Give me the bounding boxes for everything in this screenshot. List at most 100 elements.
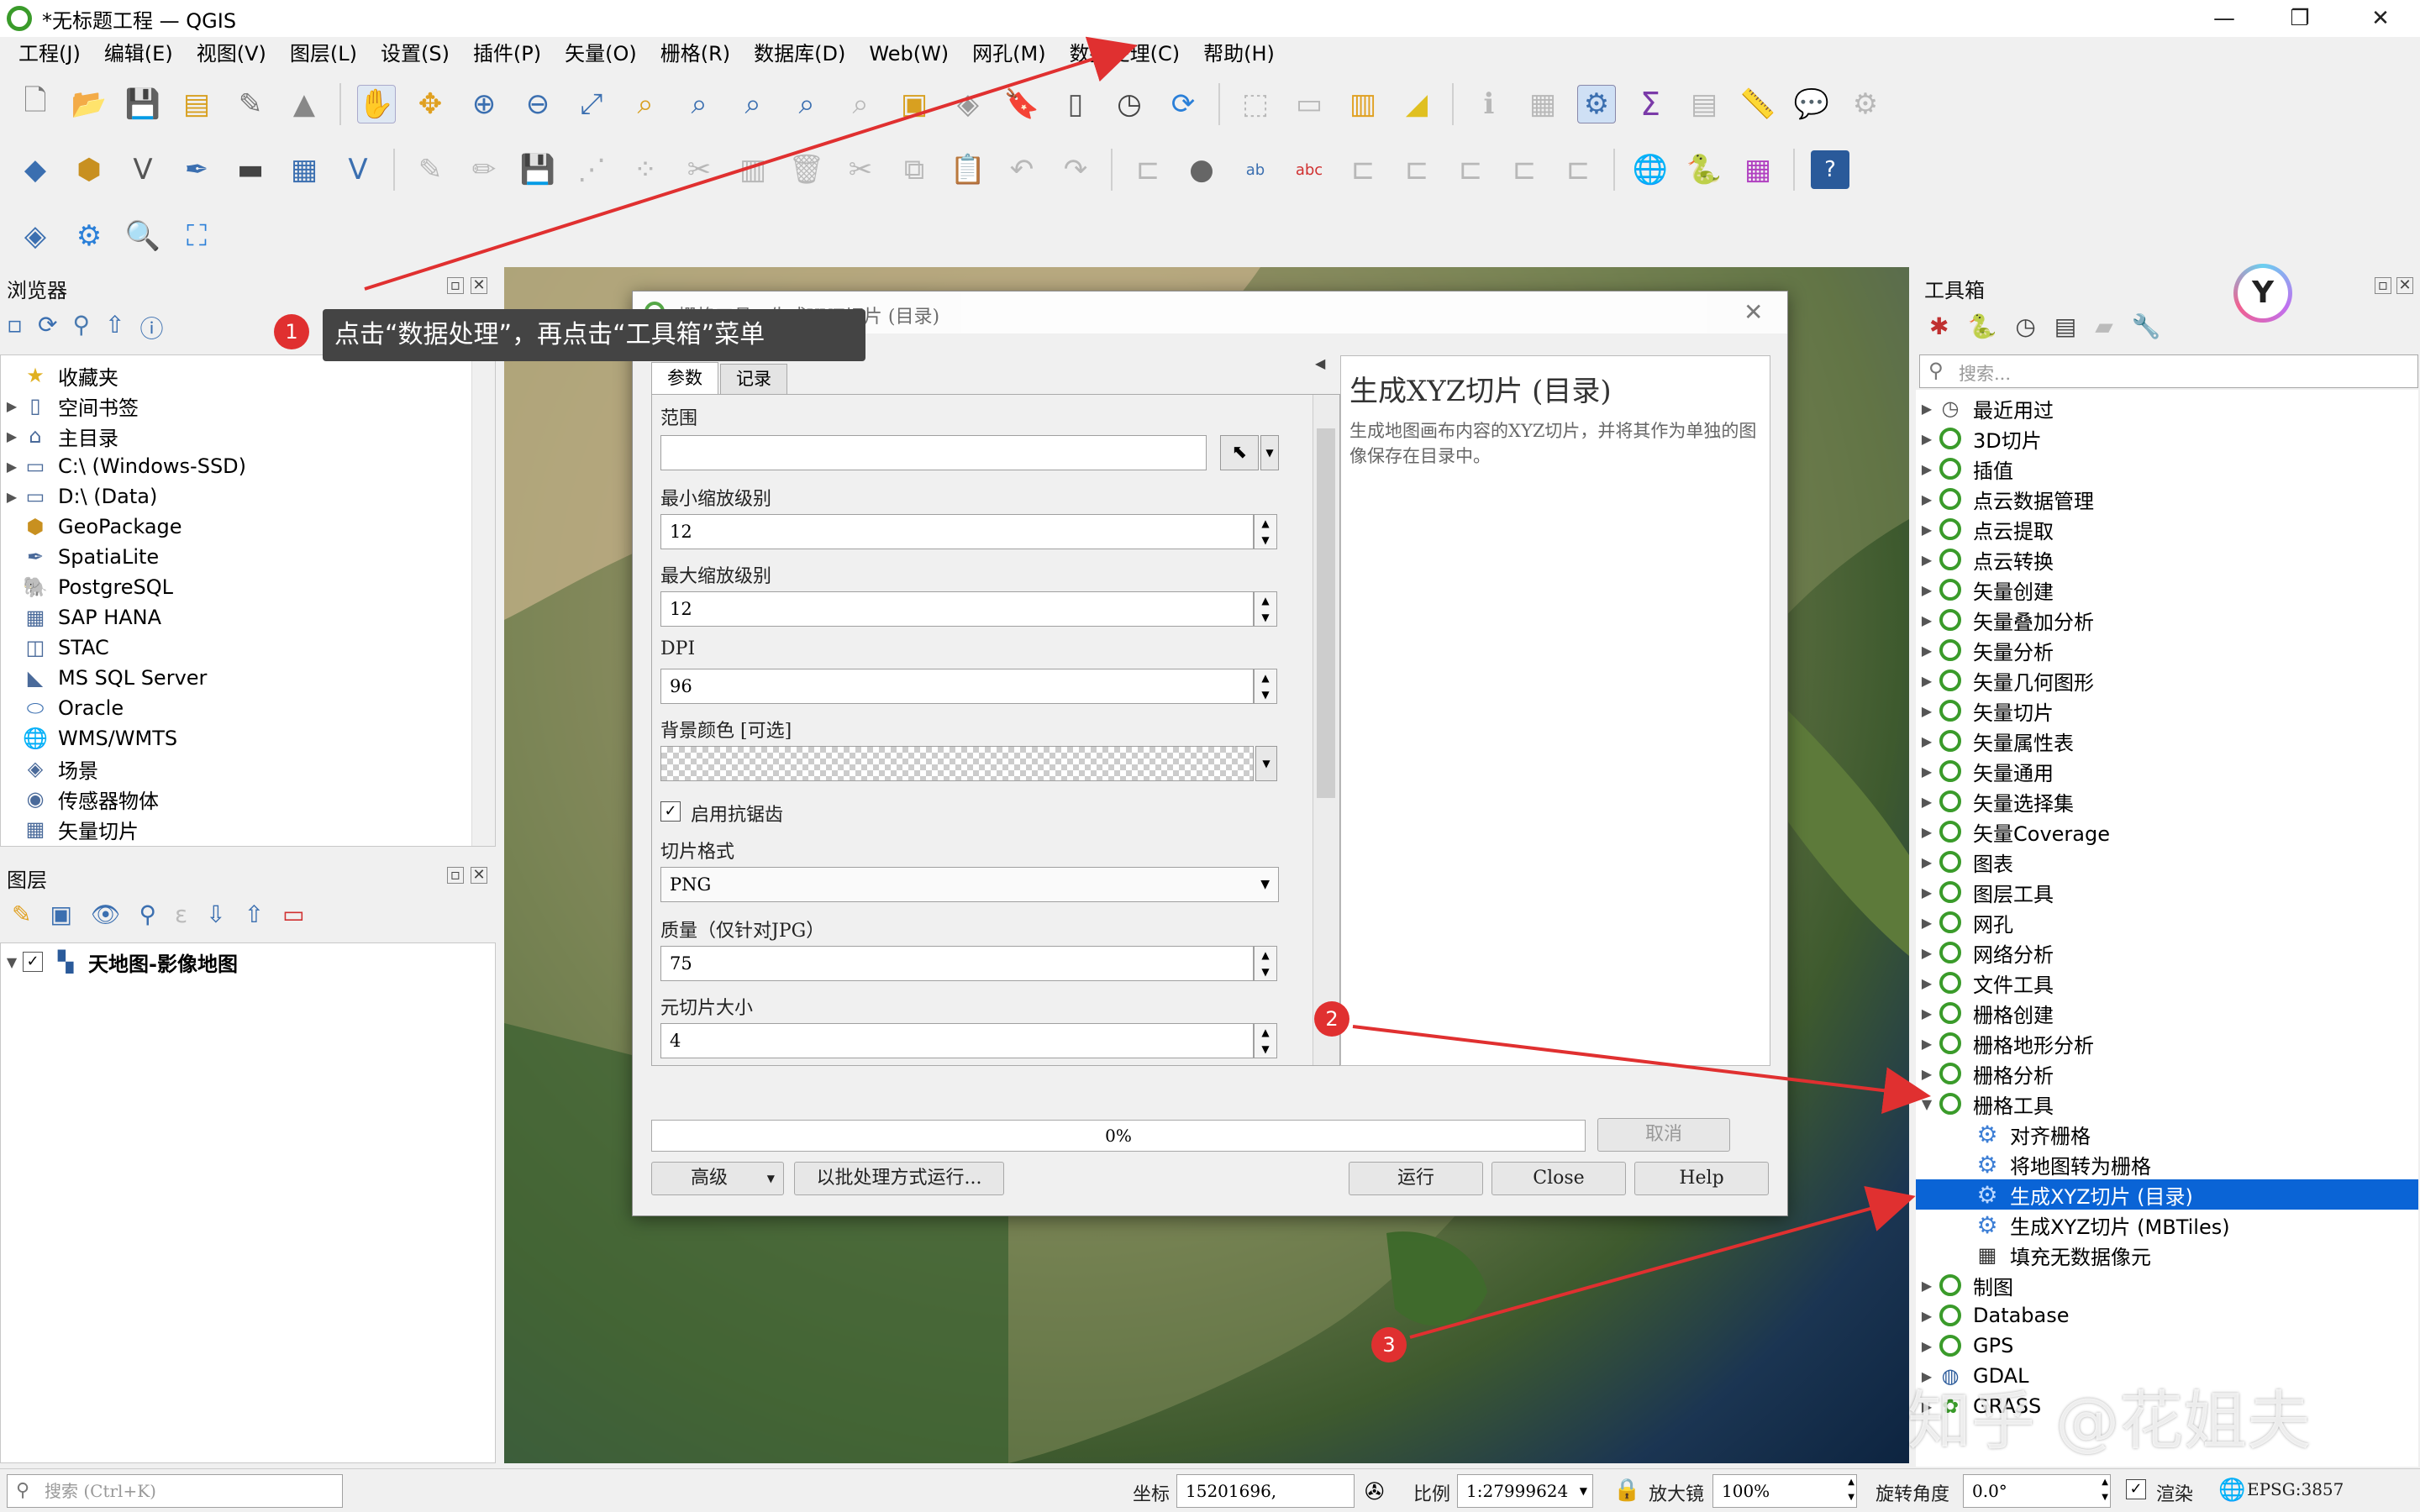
toolbox-group[interactable]: ▶ 栅格创建 (1916, 998, 2418, 1028)
remove-layer-icon[interactable]: ▭ (282, 900, 304, 928)
zoom-last-icon[interactable]: ⌕ (787, 85, 826, 123)
toolbox-group[interactable]: ▶ 矢量分析 (1916, 635, 2418, 665)
label-pin-icon[interactable]: ab (1236, 150, 1275, 189)
expand-arrow-icon[interactable]: ▶ (1916, 552, 1938, 568)
expand-arrow-icon[interactable]: ▶ (1, 398, 23, 414)
statistics-sum-icon[interactable]: Σ (1631, 85, 1670, 123)
label-toolbar-icon[interactable]: ⊏ (1128, 150, 1167, 189)
expand-arrow-icon[interactable]: ▶ (1916, 733, 1938, 749)
python-console-icon[interactable]: 🐍 (1685, 150, 1723, 189)
label-change-icon[interactable]: ⊏ (1505, 150, 1544, 189)
scrollbar-thumb[interactable] (1317, 428, 1335, 798)
results-viewer-icon[interactable]: ▤ (2054, 312, 2076, 340)
tile-format-select[interactable]: PNG ▼ (660, 867, 1279, 902)
browser-item[interactable]: 🐘 PostgreSQL (1, 572, 495, 602)
background-color-picker[interactable] (660, 746, 1254, 781)
lock-scale-icon[interactable]: 🔒 (1613, 1478, 1640, 1503)
toolbox-group[interactable]: ▶ 点云提取 (1916, 514, 2418, 544)
zoom-next-icon[interactable]: ⌕ (841, 85, 880, 123)
edit-features-in-place-icon[interactable]: ▰ (2095, 312, 2113, 340)
expand-arrow-icon[interactable]: ▶ (1916, 582, 1938, 598)
menu-view[interactable]: 视图(V) (185, 37, 278, 71)
toolbox-algorithm[interactable]: ⚙ 生成XYZ切片 (目录) (1916, 1179, 2418, 1210)
select-by-value-icon[interactable]: ▭ (1290, 85, 1328, 123)
toolbox-group[interactable]: ▶ 网孔 (1916, 907, 2418, 937)
paste-features-icon[interactable]: 📋 (949, 150, 987, 189)
tab-parameters[interactable]: 参数 (651, 362, 718, 394)
render-checkbox[interactable]: ✓ (2126, 1479, 2146, 1499)
options-wrench-icon[interactable]: 🔧 (2132, 312, 2161, 340)
toolbox-group[interactable]: ▶ 矢量通用 (1916, 756, 2418, 786)
browser-item[interactable]: ◈ 场景 (1, 753, 495, 784)
toolbox-group[interactable]: ▶ 点云转换 (1916, 544, 2418, 575)
metatile-size-input[interactable]: 4 (660, 1023, 1254, 1058)
layer-visibility-checkbox[interactable]: ✓ (23, 952, 43, 972)
max-zoom-spinner[interactable]: ▲ ▼ (1254, 591, 1277, 627)
expand-arrow-icon[interactable]: ▶ (1916, 522, 1938, 538)
add-selected-layers-icon[interactable]: ▫ (7, 311, 23, 344)
min-zoom-input[interactable]: 12 (660, 514, 1254, 549)
history-clock-icon[interactable]: ◷ (2015, 312, 2035, 340)
scale-field[interactable]: 1:27999624 ▼ (1457, 1474, 1593, 1508)
expand-arrow-icon[interactable]: ▶ (1, 428, 23, 444)
toolbox-group[interactable]: ▼ 栅格工具 (1916, 1089, 2418, 1119)
magnifier-spinner[interactable]: ▲ ▼ (1848, 1475, 1854, 1505)
float-panel-icon[interactable]: ▫ (2375, 277, 2391, 294)
scripts-python-icon[interactable]: 🐍 (1967, 312, 1996, 340)
rotation-field[interactable]: 0.0° ▲ ▼ (1963, 1474, 2111, 1508)
select-features-icon[interactable]: ⬚ (1236, 85, 1275, 123)
menu-raster[interactable]: 栅格(R) (649, 37, 742, 71)
toolbox-group[interactable]: ▶ 点云数据管理 (1916, 484, 2418, 514)
dpi-input[interactable]: 96 (660, 669, 1254, 704)
expand-arrow-icon[interactable]: ▶ (1916, 1036, 1938, 1052)
tab-log[interactable]: 记录 (720, 364, 787, 394)
plugin-grid-icon[interactable]: ▦ (1739, 150, 1777, 189)
layer-row[interactable]: ▼ ✓ ▚ 天地图-影像地图 (1, 947, 495, 977)
expand-all-icon[interactable]: ⇩ (206, 900, 225, 928)
antialias-checkbox[interactable]: ✓ (660, 801, 681, 822)
label-highlight-icon[interactable]: abc (1290, 150, 1328, 189)
toolbox-group[interactable]: ▶ 3D切片 (1916, 423, 2418, 454)
new-geopackage-layer-icon[interactable]: ⬢ (70, 150, 108, 189)
expand-arrow-icon[interactable]: ▶ (1916, 1338, 1938, 1354)
browser-item[interactable]: ◫ STAC (1, 633, 495, 663)
expand-arrow-icon[interactable]: ▶ (1916, 764, 1938, 780)
expand-arrow-icon[interactable]: ▶ (1916, 1308, 1938, 1324)
browser-item[interactable]: ⬢ GeoPackage (1, 512, 495, 542)
toolbox-algorithm[interactable]: ⚙ 将地图转为栅格 (1916, 1149, 2418, 1179)
toolbox-algorithm[interactable]: ▦ 填充无数据像元 (1916, 1240, 2418, 1270)
expand-arrow-icon[interactable]: ▶ (1916, 975, 1938, 991)
zoom-out-icon[interactable]: ⊖ (518, 85, 557, 123)
dialog-close-icon[interactable]: ✕ (1744, 298, 1763, 326)
min-zoom-spinner[interactable]: ▲ ▼ (1254, 514, 1277, 549)
cut-features-icon[interactable]: ✂ (841, 150, 880, 189)
color-dropdown-icon[interactable]: ▼ (1255, 746, 1277, 781)
help-icon[interactable]: ? (1811, 150, 1849, 189)
properties-info-icon[interactable]: ⓘ (139, 311, 163, 344)
toolbox-group[interactable]: ▶ 矢量创建 (1916, 575, 2418, 605)
open-attribute-table-icon[interactable]: ▦ (1523, 85, 1562, 123)
browser-item[interactable]: ▦ 矢量切片 (1, 814, 495, 844)
new-map-view-icon[interactable]: ▣ (895, 85, 934, 123)
expand-arrow-icon[interactable]: ▶ (1916, 431, 1938, 447)
dpi-spinner[interactable]: ▲ ▼ (1254, 669, 1277, 704)
zoom-full-icon[interactable]: ⤢ (572, 85, 611, 123)
toolbox-group[interactable]: ▶ GPS (1916, 1331, 2418, 1361)
expand-arrow-icon[interactable]: ▶ (1, 489, 23, 505)
menu-mesh[interactable]: 网孔(M) (960, 37, 1057, 71)
zoom-to-layer-icon[interactable]: ⌕ (680, 85, 718, 123)
expand-arrow-icon[interactable]: ▶ (1916, 703, 1938, 719)
vertex-tool-icon[interactable]: ⁘ (626, 150, 665, 189)
collapse-help-icon[interactable]: ◀ (1315, 355, 1325, 371)
float-panel-icon[interactable]: ▫ (447, 277, 464, 294)
manage-visibility-icon[interactable]: 👁 (91, 900, 121, 928)
toolbox-group[interactable]: ▶ 栅格地形分析 (1916, 1028, 2418, 1058)
trash-icon[interactable]: 🗑 (787, 150, 826, 189)
browser-item[interactable]: ◣ MS SQL Server (1, 663, 495, 693)
browser-item[interactable]: ▦ SAP HANA (1, 602, 495, 633)
toolbox-group[interactable]: ▶ 矢量属性表 (1916, 726, 2418, 756)
style-manager-icon[interactable]: ▲ (285, 85, 324, 123)
style-panel-icon[interactable]: ✎ (12, 900, 31, 928)
browser-item[interactable]: ▶ ⌂ 主目录 (1, 421, 495, 451)
refresh-icon[interactable]: ⟳ (1164, 85, 1202, 123)
